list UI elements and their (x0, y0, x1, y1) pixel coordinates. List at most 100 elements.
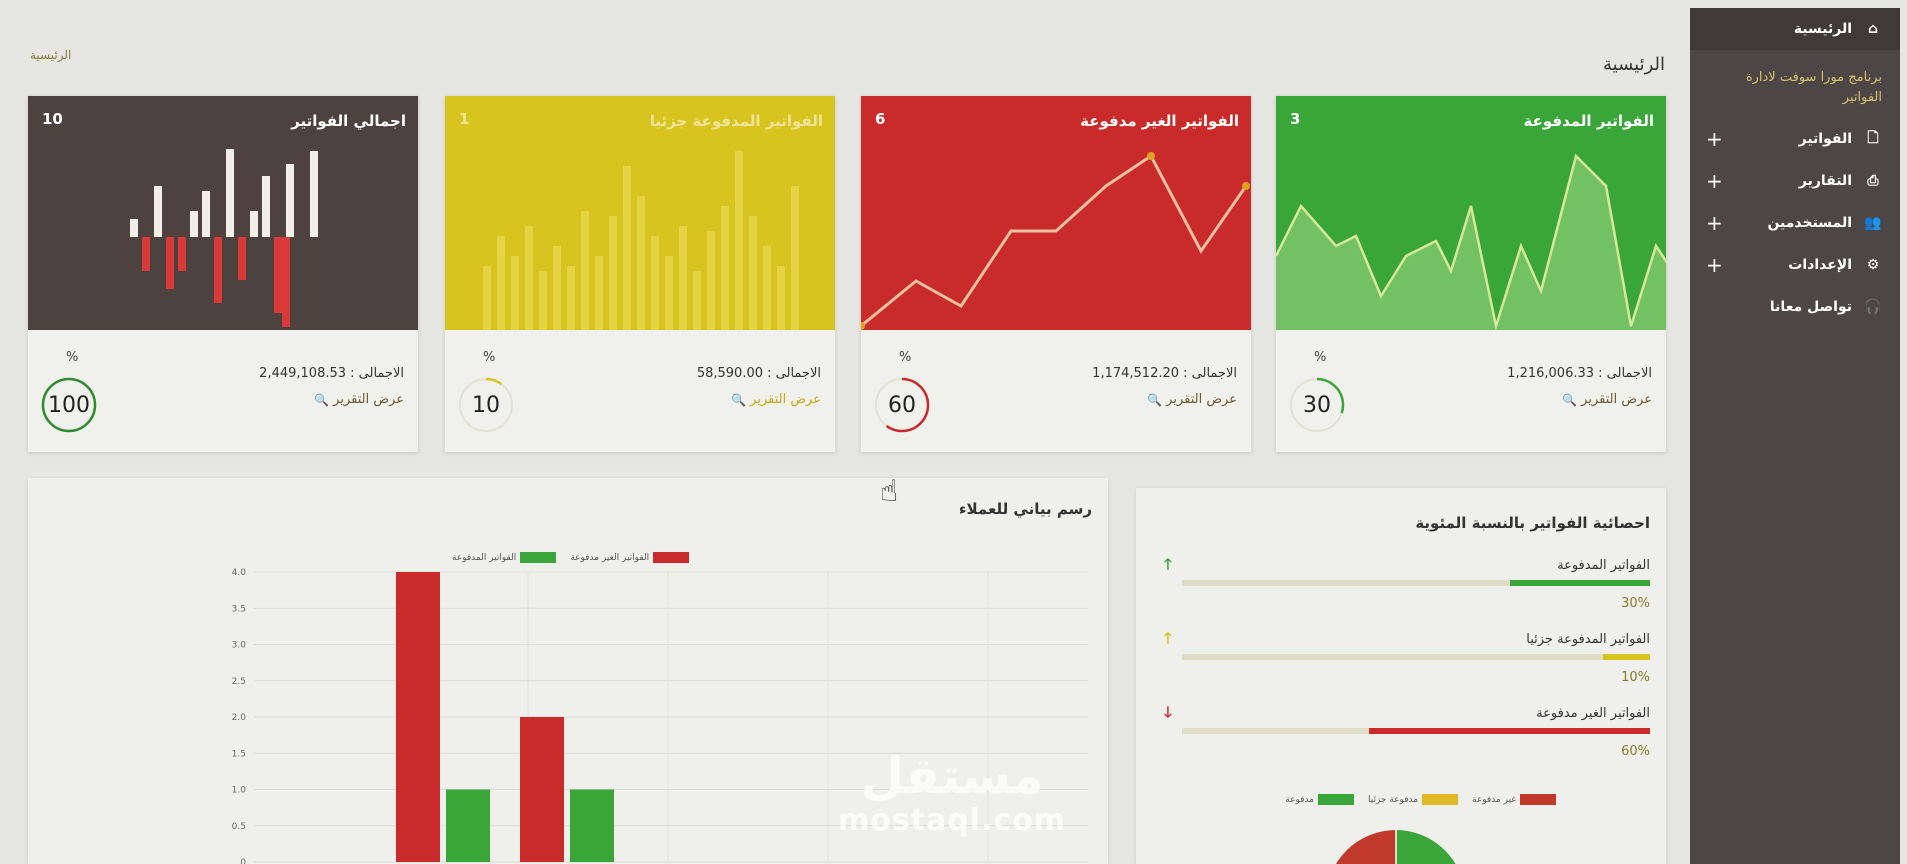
card-unpaid-invoices: الفواتير الغير مدفوعة 6 الاجمالى : 1,174… (861, 96, 1251, 452)
page-title: الرئيسية (1603, 54, 1665, 75)
stat-value: 10% (1621, 670, 1650, 685)
stat-progress-track (1182, 654, 1650, 660)
y-tick-label: 2.0 (232, 713, 247, 723)
card-count: 3 (1290, 110, 1301, 128)
progress-value: 100 (48, 392, 90, 418)
gear-icon: ⚙ (1866, 257, 1880, 273)
legend-swatch (1318, 794, 1354, 805)
breadcrumb[interactable]: الرئيسية (30, 48, 71, 62)
card-count: 10 (42, 110, 63, 128)
sidebar-item-label: الفواتير (1798, 131, 1852, 147)
sidebar-item-invoices[interactable]: 🗋 الفواتير + (1690, 118, 1900, 160)
card-partial-invoices: الفواتير المدفوعة جزئيا 1 الاجمالى : 58,… (445, 96, 835, 452)
y-tick-label: 1.5 (232, 749, 246, 759)
view-report-label: عرض التقرير (1166, 392, 1237, 407)
view-report-label: عرض التقرير (1581, 392, 1652, 407)
bar-unpaid[interactable] (396, 572, 440, 862)
percent-sign: % (483, 350, 496, 365)
paid-area-sparkline (1276, 153, 1666, 330)
card-footer: الاجمالى : 58,590.00 عرض التقرير 🔍 % 10 (445, 330, 835, 452)
progress-value: 10 (472, 392, 500, 418)
stat-progress-track (1182, 728, 1650, 734)
arrow-down-icon: 🡓 (1164, 703, 1172, 721)
legend-item[interactable]: غير مدفوعة (1472, 794, 1556, 805)
card-title: الفواتير المدفوعة جزئيا (649, 112, 823, 130)
view-report-link[interactable]: عرض التقرير 🔍 (314, 392, 404, 407)
bar-paid[interactable] (570, 789, 614, 863)
pie-legend: غير مدفوعة مدفوعة جزئيا مدفوعة (1285, 794, 1556, 805)
watermark-arabic: مستقل (860, 747, 1044, 805)
view-report-link[interactable]: عرض التقرير 🔍 (1147, 392, 1237, 407)
card-total-invoices: اجمالي الفواتير 10 الاجمالى : 2,449,108.… (28, 96, 418, 452)
stat-progress-fill (1603, 654, 1650, 660)
stat-progress-fill (1369, 728, 1650, 734)
view-report-link[interactable]: عرض التقرير 🔍 (731, 392, 821, 407)
stat-progress-track (1182, 580, 1650, 586)
y-tick-label: 2.5 (232, 677, 246, 687)
legend-label: مدفوعة (1285, 794, 1314, 805)
hand-cursor-icon: ☝ (880, 474, 899, 509)
stat-label: الفواتير المدفوعة جزئيا (1526, 632, 1650, 647)
y-tick-label: 3.5 (232, 604, 246, 614)
stat-row-partial: الفواتير المدفوعة جزئيا 🡑 10% (1136, 629, 1666, 698)
watermark: مستقل mostaql.com (838, 748, 1066, 838)
sidebar-item-home[interactable]: ⌂ الرئيسية (1690, 8, 1900, 50)
search-icon: 🔍 (1562, 392, 1578, 407)
y-tick-label: 4.0 (232, 568, 247, 578)
sidebar-item-contact[interactable]: 🎧 تواصل معانا (1690, 286, 1900, 328)
card-title: الفواتير المدفوعة (1523, 112, 1655, 130)
stats-panel-title: احصائية الفواتير بالنسبة المئوية (1415, 514, 1650, 532)
percent-sign: % (1314, 350, 1327, 365)
expand-plus-icon[interactable]: + (1706, 211, 1723, 235)
file-icon: 🗋 (1867, 130, 1879, 146)
partial-bar-sparkline (483, 151, 799, 330)
sidebar-item-label: التقارير (1798, 173, 1852, 189)
total-bar-sparkline (130, 149, 318, 327)
card-total: الاجمالى : 58,590.00 (696, 366, 821, 381)
pie-slice-paid (1396, 830, 1456, 864)
sidebar-item-users[interactable]: 👥 المستخدمين + (1690, 202, 1900, 244)
card-total: الاجمالى : 1,216,006.33 (1507, 366, 1652, 381)
card-footer: الاجمالى : 1,216,006.33 عرض التقرير 🔍 % … (1276, 330, 1666, 452)
sidebar-item-settings[interactable]: ⚙ الإعدادات + (1690, 244, 1900, 286)
stat-value: 30% (1621, 596, 1650, 611)
sidebar: ⌂ الرئيسية برنامج مورا سوفت لادارة الفوا… (1690, 8, 1900, 864)
legend-label: مدفوعة جزئيا (1368, 794, 1419, 805)
view-report-label: عرض التقرير (333, 392, 404, 407)
y-tick-label: 1.0 (232, 786, 247, 796)
card-count: 6 (875, 110, 886, 128)
y-tick-label: 0.5 (232, 822, 246, 832)
arrow-up-icon: 🡑 (1164, 555, 1172, 573)
expand-plus-icon[interactable]: + (1706, 127, 1723, 151)
legend-label: غير مدفوعة (1472, 794, 1516, 805)
search-icon: 🔍 (1147, 392, 1163, 407)
card-chart-area: الفواتير المدفوعة 3 (1276, 96, 1666, 330)
legend-swatch (1520, 794, 1556, 805)
sidebar-item-label: المستخدمين (1767, 215, 1852, 231)
sidebar-item-reports[interactable]: ⎙ التقارير + (1690, 160, 1900, 202)
bar-paid[interactable] (446, 789, 490, 863)
card-footer: الاجمالى : 2,449,108.53 عرض التقرير 🔍 % … (28, 330, 418, 452)
bar-unpaid[interactable] (520, 717, 564, 862)
y-tick-label: 0 (240, 858, 246, 864)
progress-value: 60 (888, 392, 916, 418)
pie-chart (1336, 830, 1456, 864)
card-paid-invoices: الفواتير المدفوعة 3 الاجمالى : 1,216,006… (1276, 96, 1666, 452)
watermark-latin: mostaql.com (838, 803, 1067, 838)
legend-item[interactable]: مدفوعة جزئيا (1368, 794, 1459, 805)
search-icon: 🔍 (314, 392, 330, 407)
expand-plus-icon[interactable]: + (1706, 253, 1723, 277)
pie-slice-unpaid (1336, 830, 1396, 864)
users-icon: 👥 (1864, 215, 1882, 231)
expand-plus-icon[interactable]: + (1706, 169, 1723, 193)
sidebar-description: برنامج مورا سوفت لادارة الفواتير (1745, 70, 1882, 105)
legend-swatch (1422, 794, 1459, 805)
search-icon: 🔍 (731, 392, 747, 407)
card-chart-area: اجمالي الفواتير 10 (28, 96, 418, 330)
percent-sign: % (899, 350, 912, 365)
home-icon: ⌂ (1867, 21, 1879, 37)
legend-item[interactable]: مدفوعة (1285, 794, 1354, 805)
stat-progress-fill (1509, 580, 1650, 586)
sidebar-item-label: الرئيسية (1793, 21, 1852, 37)
view-report-link[interactable]: عرض التقرير 🔍 (1562, 392, 1652, 407)
